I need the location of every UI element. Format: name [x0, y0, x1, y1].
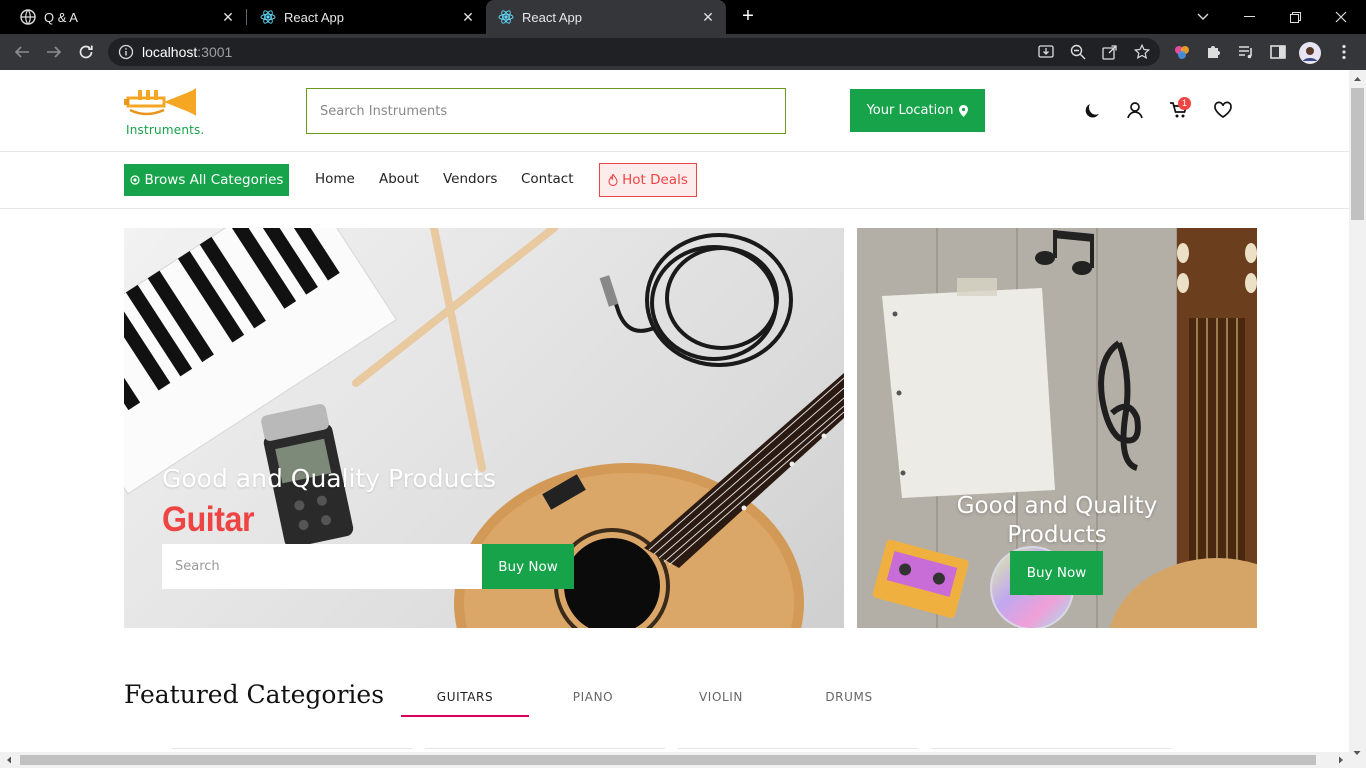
url-host: localhost — [142, 44, 198, 60]
side-banner: Good and Quality Products Buy Now — [857, 228, 1257, 628]
location-label: Your Location — [866, 103, 954, 118]
extensions-puzzle-icon[interactable] — [1204, 42, 1224, 62]
web-page: Instruments. Your Location 1 Brows All C… — [0, 70, 1349, 752]
nav-divider — [0, 208, 1349, 209]
back-arrow-icon[interactable] — [10, 40, 34, 64]
site-info-icon[interactable] — [118, 44, 134, 65]
tab-title: React App — [284, 9, 344, 25]
scroll-down-arrow-icon[interactable] — [1350, 746, 1364, 762]
wishlist-heart-icon[interactable] — [1213, 100, 1233, 120]
hero-search-box[interactable] — [162, 544, 482, 589]
chrome-menu-icon[interactable] — [1334, 42, 1354, 62]
side-banner-title: Good and Quality Products — [956, 493, 1158, 548]
cart-count-badge: 1 — [1178, 97, 1191, 110]
install-app-icon[interactable] — [1038, 44, 1054, 60]
url-text: localhost:3001 — [142, 44, 232, 60]
logo-text: Instruments. — [126, 123, 205, 137]
side-buy-now-button[interactable]: Buy Now — [1010, 551, 1103, 595]
zoom-icon[interactable] — [1070, 44, 1086, 60]
nav-link-vendors[interactable]: Vendors — [443, 171, 497, 187]
scroll-left-arrow-icon[interactable] — [2, 752, 16, 768]
dark-mode-moon-icon[interactable] — [1083, 100, 1103, 120]
restore-button[interactable] — [1272, 0, 1318, 34]
header-divider — [0, 151, 1349, 152]
bookmark-star-icon[interactable] — [1133, 43, 1151, 60]
globe-icon — [20, 9, 36, 25]
close-icon[interactable]: ✕ — [460, 9, 476, 25]
map-pin-icon — [959, 104, 969, 117]
browse-label: Brows All Categories — [144, 172, 284, 188]
browser-tab-react-2[interactable]: React App ✕ — [486, 0, 726, 34]
new-tab-button[interactable]: + — [738, 6, 758, 27]
close-icon[interactable]: ✕ — [220, 9, 236, 25]
hero-buy-now-button[interactable]: Buy Now — [482, 544, 574, 589]
tab-drums[interactable]: DRUMS — [785, 690, 913, 704]
vertical-scroll-thumb[interactable] — [1351, 88, 1364, 220]
horizontal-scrollbar[interactable] — [0, 751, 1366, 768]
user-account-icon[interactable] — [1125, 100, 1145, 120]
media-queue-icon[interactable] — [1236, 42, 1256, 62]
nav-link-about[interactable]: About — [379, 171, 419, 187]
hot-deals-label: Hot Deals — [622, 172, 688, 188]
browser-tab-react-1[interactable]: React App ✕ — [240, 0, 486, 34]
react-icon — [260, 9, 276, 25]
tab-search-chevron-icon[interactable] — [1180, 0, 1226, 34]
profile-avatar[interactable] — [1299, 42, 1321, 64]
url-port: :3001 — [197, 44, 233, 60]
hero-banner: Good and Quality Products Guitar Buy Now — [124, 228, 844, 628]
scroll-up-arrow-icon[interactable] — [1349, 72, 1366, 86]
nav-link-contact[interactable]: Contact — [521, 171, 574, 187]
hot-deals-button[interactable]: Hot Deals — [599, 163, 697, 197]
reload-icon[interactable] — [74, 40, 98, 64]
share-icon[interactable] — [1102, 44, 1118, 60]
close-window-button[interactable] — [1318, 0, 1364, 34]
browse-categories-button[interactable]: Brows All Categories — [124, 164, 289, 196]
hero-title: Good and Quality Products — [162, 464, 496, 493]
tab-title: Q & A — [44, 9, 78, 25]
forward-arrow-icon[interactable] — [42, 40, 66, 64]
search-input[interactable] — [307, 89, 785, 133]
react-icon — [498, 9, 514, 25]
side-panel-icon[interactable] — [1268, 42, 1288, 62]
hero-search-input[interactable] — [162, 544, 482, 589]
hero-subtitle: Guitar — [162, 500, 255, 539]
browser-toolbar: localhost:3001 — [0, 34, 1366, 70]
fire-icon — [608, 174, 618, 186]
tab-guitars[interactable]: GUITARS — [401, 690, 529, 704]
browser-tab-strip: Q & A ✕ React App ✕ React App ✕ + — [0, 0, 1366, 34]
close-icon[interactable]: ✕ — [700, 9, 716, 25]
featured-categories-title: Featured Categories — [124, 680, 385, 709]
trumpet-logo-icon — [124, 88, 196, 116]
horizontal-scroll-thumb[interactable] — [20, 755, 1316, 765]
tab-piano[interactable]: PIANO — [529, 690, 657, 704]
tab-violin[interactable]: VIOLIN — [657, 690, 785, 704]
active-tab-indicator — [401, 715, 529, 717]
address-bar[interactable]: localhost:3001 — [108, 38, 1160, 66]
browser-tab-qa[interactable]: Q & A ✕ — [0, 0, 246, 34]
site-logo[interactable]: Instruments. — [124, 84, 204, 140]
nav-link-home[interactable]: Home — [315, 171, 355, 187]
tab-title: React App — [522, 9, 582, 25]
minimize-button[interactable] — [1226, 0, 1272, 34]
instrument-search-box[interactable] — [306, 88, 786, 134]
target-icon — [129, 175, 140, 185]
color-extension-icon[interactable] — [1172, 42, 1192, 62]
your-location-button[interactable]: Your Location — [850, 89, 985, 132]
vertical-scrollbar[interactable] — [1349, 70, 1366, 752]
scroll-right-arrow-icon[interactable] — [1334, 752, 1348, 768]
